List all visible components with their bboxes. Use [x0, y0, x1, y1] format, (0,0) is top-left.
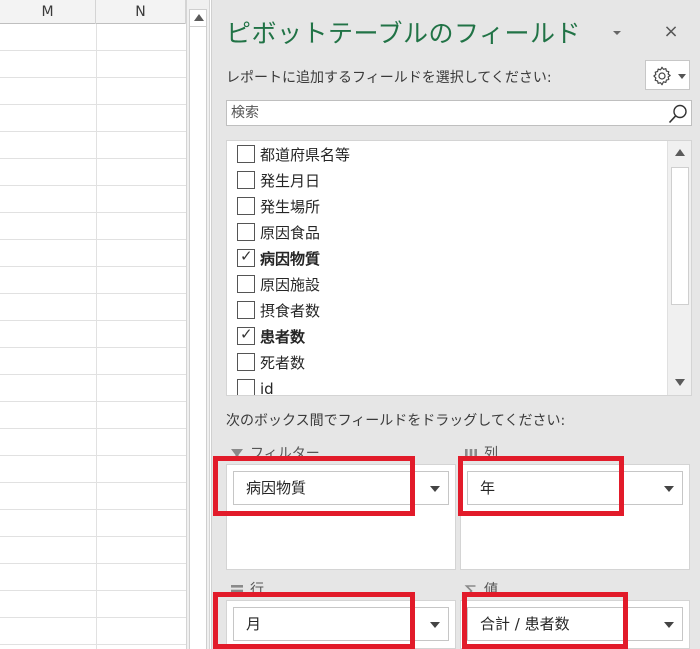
pane-instruction: レポートに追加するフィールドを選択してください:	[226, 70, 552, 86]
grid-line	[96, 24, 97, 649]
column-headers: M N	[0, 0, 186, 24]
highlight-box	[213, 456, 415, 516]
field-label: 都道府県名等	[260, 146, 351, 164]
sheet-vertical-scrollbar[interactable]	[186, 0, 210, 649]
field-checkbox[interactable]	[237, 145, 255, 163]
field-checkbox[interactable]	[237, 171, 255, 189]
spreadsheet-grid[interactable]: M N	[0, 0, 186, 649]
scroll-down-arrow[interactable]	[671, 374, 689, 392]
field-item[interactable]: 摂食者数	[227, 299, 667, 325]
field-checkbox[interactable]	[237, 353, 255, 371]
pivot-field-pane: ピボットテーブルのフィールド × レポートに追加するフィールドを選択してください…	[211, 0, 700, 649]
pane-options-dropdown[interactable]	[610, 26, 624, 40]
highlight-box	[462, 592, 628, 649]
field-checkbox[interactable]	[237, 275, 255, 293]
field-label: 発生月日	[260, 172, 321, 190]
scroll-thumb[interactable]	[671, 167, 689, 305]
highlight-box	[213, 592, 415, 649]
field-item[interactable]: 患者数	[227, 325, 667, 351]
highlight-box	[458, 456, 624, 516]
cell-grid[interactable]	[0, 24, 186, 649]
chevron-down-icon[interactable]	[430, 622, 440, 628]
field-label: 原因施設	[260, 276, 321, 294]
search-icon[interactable]	[667, 103, 689, 125]
field-checkbox[interactable]	[237, 379, 255, 395]
chevron-down-icon	[678, 74, 686, 79]
gear-icon	[653, 66, 671, 86]
field-list: 都道府県名等発生月日発生場所原因食品病因物質原因施設摂食者数患者数死者数 id	[226, 140, 692, 396]
close-icon[interactable]: ×	[660, 20, 682, 44]
field-list-scrollbar[interactable]	[667, 141, 691, 395]
field-item[interactable]: 病因物質	[227, 247, 667, 273]
field-search[interactable]	[226, 100, 692, 126]
field-label: 病因物質	[260, 250, 321, 268]
column-header-m[interactable]: M	[0, 0, 96, 24]
field-checkbox[interactable]	[237, 223, 255, 241]
chevron-down-icon[interactable]	[664, 486, 674, 492]
field-item[interactable]: 原因施設	[227, 273, 667, 299]
field-item[interactable]: 発生月日	[227, 169, 667, 195]
field-checkbox[interactable]	[237, 197, 255, 215]
chevron-down-icon[interactable]	[430, 486, 440, 492]
column-header-n[interactable]: N	[96, 0, 186, 24]
scroll-up-arrow[interactable]	[189, 9, 207, 27]
scroll-up-arrow[interactable]	[671, 144, 689, 162]
field-label: id	[260, 380, 274, 396]
scroll-thumb[interactable]	[189, 27, 207, 649]
pane-title: ピボットテーブルのフィールド	[226, 19, 582, 48]
field-item[interactable]: 原因食品	[227, 221, 667, 247]
field-label: 死者数	[260, 354, 306, 372]
field-label: 発生場所	[260, 198, 321, 216]
field-item[interactable]: id	[227, 377, 667, 396]
search-input[interactable]	[227, 101, 657, 125]
tools-button[interactable]	[645, 60, 690, 90]
field-label: 摂食者数	[260, 302, 321, 320]
field-checkbox[interactable]	[237, 247, 255, 267]
field-label: 原因食品	[260, 224, 321, 242]
field-item[interactable]: 発生場所	[227, 195, 667, 221]
drag-instruction: 次のボックス間でフィールドをドラッグしてください:	[226, 413, 566, 429]
field-checkbox[interactable]	[237, 301, 255, 319]
field-item[interactable]: 都道府県名等	[227, 143, 667, 169]
field-item[interactable]: 死者数	[227, 351, 667, 377]
field-checkbox[interactable]	[237, 325, 255, 345]
chevron-down-icon[interactable]	[664, 622, 674, 628]
field-label: 患者数	[260, 328, 306, 346]
